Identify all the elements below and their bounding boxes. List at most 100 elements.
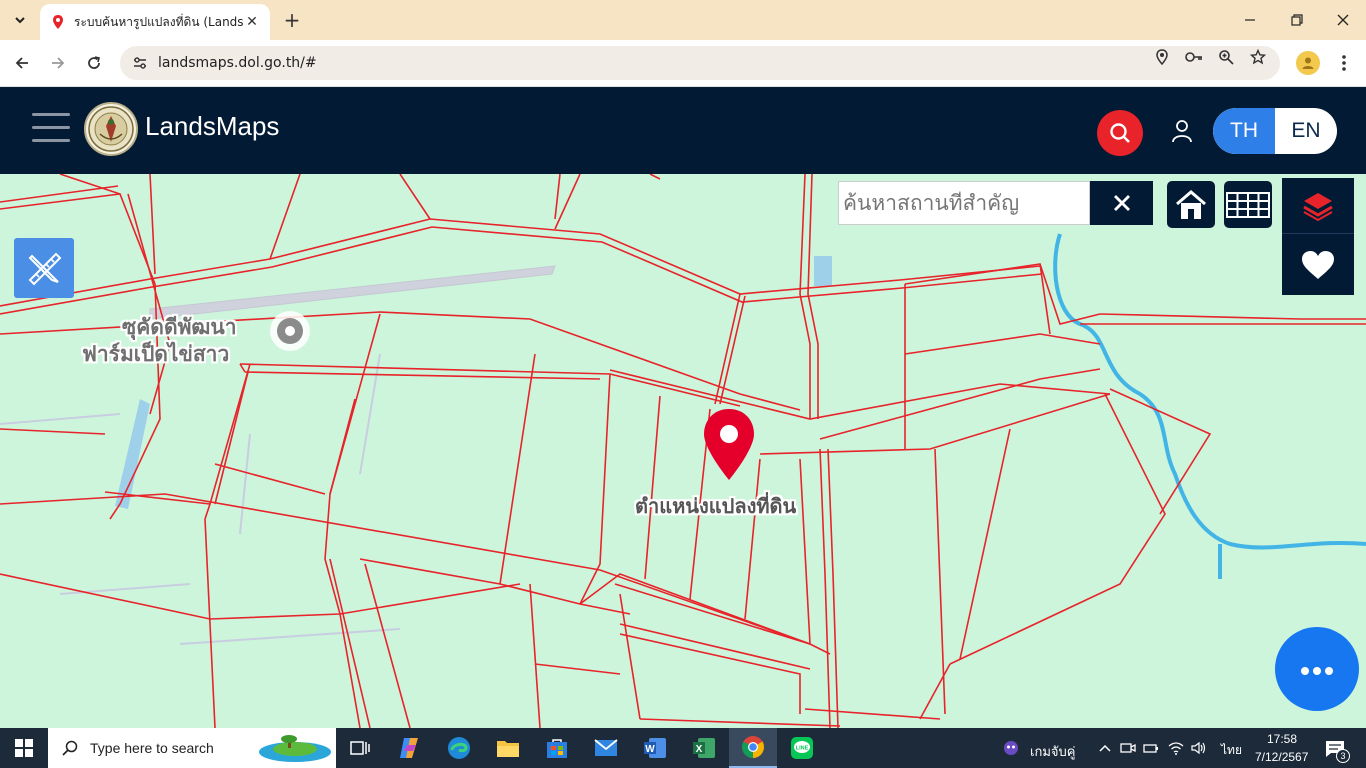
browser-tab-active[interactable]: ระบบค้นหารูปแปลงที่ดิน (LandsMap ✕ xyxy=(40,4,270,40)
browser-menu-button[interactable] xyxy=(1332,51,1356,75)
close-window-button[interactable] xyxy=(1329,8,1357,32)
layers-icon xyxy=(1303,192,1333,221)
volume-tray-icon[interactable] xyxy=(1191,740,1207,756)
chevron-down-icon xyxy=(15,17,25,24)
profile-avatar-icon[interactable] xyxy=(1296,51,1320,75)
new-tab-button[interactable]: + xyxy=(280,8,304,32)
arrow-left-icon xyxy=(15,57,28,69)
task-view-icon xyxy=(350,741,370,755)
input-language-indicator[interactable]: ไทย xyxy=(1221,741,1242,760)
place-search-clear-button[interactable] xyxy=(1090,181,1153,225)
copilot-icon xyxy=(400,738,418,758)
windows-logo-icon xyxy=(15,739,33,757)
user-account-button[interactable] xyxy=(1166,115,1198,147)
taskbar-chrome[interactable] xyxy=(729,728,777,768)
taskbar-line[interactable]: LINE xyxy=(778,728,826,768)
poi-marker-icon xyxy=(270,311,310,351)
battery-tray-icon[interactable] xyxy=(1143,740,1159,756)
kebab-menu-icon xyxy=(1342,55,1346,71)
department-seal-logo xyxy=(84,102,138,156)
taskbar-mail[interactable] xyxy=(582,728,630,768)
tab-close-icon[interactable]: ✕ xyxy=(244,14,260,30)
word-icon: W xyxy=(644,738,666,758)
taskbar-search-box[interactable]: Type here to search xyxy=(48,728,336,768)
close-icon xyxy=(1113,195,1130,211)
line-chat-icon: LINE xyxy=(791,737,813,759)
tab-search-button[interactable] xyxy=(8,8,32,32)
task-view-button[interactable] xyxy=(336,728,384,768)
favorites-button[interactable] xyxy=(1282,235,1354,295)
taskbar-file-explorer[interactable] xyxy=(484,728,532,768)
reload-icon xyxy=(88,56,100,69)
grid-icon xyxy=(1226,191,1270,218)
back-button[interactable] xyxy=(9,50,35,76)
restore-icon xyxy=(1291,14,1303,26)
minimize-button[interactable] xyxy=(1236,8,1264,32)
minimize-icon xyxy=(1245,19,1255,21)
measure-draw-button[interactable] xyxy=(14,238,74,298)
taskbar-search-text: Type here to search xyxy=(90,740,214,756)
home-icon xyxy=(1176,189,1206,219)
mail-icon xyxy=(594,739,618,756)
svg-text:W: W xyxy=(645,744,655,755)
poi-label-line2: ฟาร์มเป็ดไข่สาว xyxy=(82,342,230,366)
zoom-icon[interactable] xyxy=(1215,47,1237,67)
taskbar-excel[interactable]: X xyxy=(680,728,728,768)
taskbar-edge[interactable] xyxy=(435,728,483,768)
map-canvas[interactable]: ซุคัดดีพัฒนา ฟาร์มเป็ดไข่สาว ตำแหน่งแปลง… xyxy=(0,174,1366,728)
windows-taskbar: Type here to search W X LINE เกมจับคู่ ไ… xyxy=(0,728,1366,768)
search-highlight-island-icon xyxy=(259,735,331,762)
camera-tray-icon[interactable] xyxy=(1120,740,1136,756)
address-bar[interactable] xyxy=(120,46,1280,80)
tab-title: ระบบค้นหารูปแปลงที่ดิน (LandsMap xyxy=(74,14,244,29)
location-icon[interactable] xyxy=(1151,47,1173,67)
show-hidden-icons-icon[interactable] xyxy=(1097,740,1113,756)
chrome-icon xyxy=(742,736,764,758)
reload-button[interactable] xyxy=(81,50,107,76)
search-icon xyxy=(1110,123,1130,143)
restore-button[interactable] xyxy=(1283,8,1311,32)
game-mascot-icon xyxy=(1004,741,1018,755)
place-search-input[interactable] xyxy=(843,191,1083,215)
edge-icon xyxy=(448,737,470,759)
more-options-button[interactable] xyxy=(1275,627,1359,711)
landsmaps-header: LandsMaps TH EN xyxy=(0,87,1366,174)
wifi-tray-icon[interactable] xyxy=(1168,740,1184,756)
heart-icon xyxy=(1302,251,1334,279)
browser-toolbar xyxy=(0,40,1366,87)
taskbar-store[interactable] xyxy=(533,728,581,768)
notification-count-badge: 3 xyxy=(1336,749,1350,763)
url-input[interactable] xyxy=(158,55,1058,71)
password-key-icon[interactable] xyxy=(1183,47,1205,67)
lang-th-button[interactable]: TH xyxy=(1213,108,1275,154)
brand-title[interactable]: LandsMaps xyxy=(145,111,279,142)
parcel-location-label: ตำแหน่งแปลงที่ดิน xyxy=(635,494,797,518)
close-icon xyxy=(1337,14,1349,26)
search-icon xyxy=(62,740,78,756)
bookmark-star-icon[interactable] xyxy=(1247,47,1269,67)
site-info-icon[interactable] xyxy=(130,53,150,73)
lang-en-button[interactable]: EN xyxy=(1275,108,1337,154)
store-bag-icon xyxy=(547,739,567,758)
home-button[interactable] xyxy=(1167,181,1215,228)
hamburger-menu-icon[interactable] xyxy=(32,113,70,145)
user-icon xyxy=(1172,120,1192,143)
start-button[interactable] xyxy=(0,728,48,768)
grid-button[interactable] xyxy=(1224,181,1272,228)
ruler-pencil-icon xyxy=(28,252,62,286)
parcel-boundaries xyxy=(0,174,1366,728)
taskbar-copilot[interactable] xyxy=(386,728,434,768)
svg-text:X: X xyxy=(696,744,703,755)
layers-button[interactable] xyxy=(1282,178,1354,234)
browser-tab-bar: ระบบค้นหารูปแปลงที่ดิน (LandsMap ✕ + xyxy=(0,0,1366,40)
clock-time[interactable]: 17:58 xyxy=(1267,732,1297,746)
folder-icon xyxy=(497,741,519,757)
tray-game-icon[interactable] xyxy=(1000,728,1022,768)
excel-icon: X xyxy=(693,738,715,758)
taskbar-word[interactable]: W xyxy=(631,728,679,768)
search-button[interactable] xyxy=(1097,110,1143,156)
location-pin-icon xyxy=(704,409,754,480)
clock-date[interactable]: 7/12/2567 xyxy=(1255,750,1308,764)
tray-app-label[interactable]: เกมจับคู่ xyxy=(1030,741,1075,762)
forward-button[interactable] xyxy=(45,50,71,76)
